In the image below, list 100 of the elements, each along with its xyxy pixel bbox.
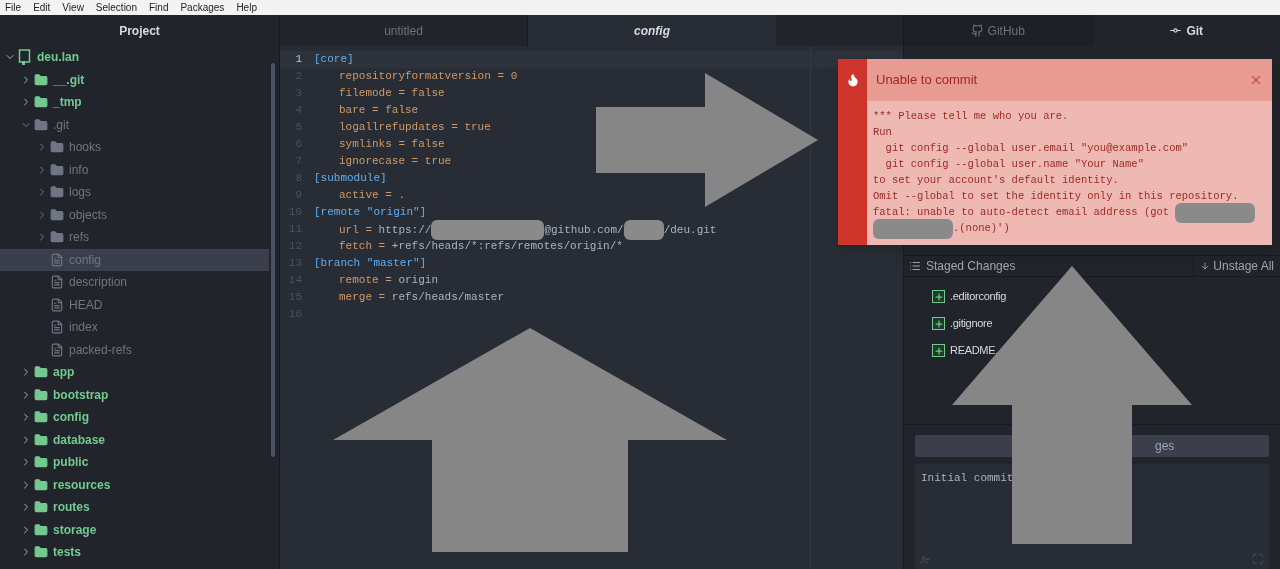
- folder-icon: [34, 455, 48, 470]
- tree-item-label: public: [53, 454, 89, 472]
- message-line: Omit --global to set the identity only in this repository.: [873, 189, 1240, 205]
- tree-item-label: objects: [69, 206, 108, 224]
- staged-file[interactable]: README.: [904, 337, 1280, 364]
- folder-icon: [34, 500, 48, 515]
- tree-item[interactable]: app: [0, 361, 269, 384]
- menu-item[interactable]: Find: [149, 0, 169, 15]
- tree-item-label: storage: [53, 521, 97, 539]
- tree-item-label: refs: [69, 229, 89, 247]
- code-line: remote = origin: [338, 273, 439, 289]
- message-line: to set your account's default identity.: [873, 173, 1120, 189]
- staged-file[interactable]: .gitignore: [904, 310, 1280, 337]
- tree-item[interactable]: deu.lan: [0, 46, 269, 69]
- tree-item[interactable]: public: [0, 451, 269, 474]
- code-line: [core]: [313, 52, 354, 68]
- file-icon: [50, 342, 64, 357]
- folder-icon: [34, 477, 48, 492]
- message-line: Run: [873, 125, 893, 141]
- tree-item[interactable]: storage: [0, 518, 269, 541]
- arrow-icon: [1200, 261, 1211, 271]
- folder-icon: [50, 230, 64, 245]
- tree-item-label: routes: [53, 499, 90, 517]
- octocat-icon: [970, 24, 984, 37]
- unstage-all-button[interactable]: Unstage All: [1193, 256, 1280, 276]
- menu-item[interactable]: View: [62, 0, 84, 15]
- section-title: Staged Changes: [926, 258, 1017, 275]
- expand-icon[interactable]: [1252, 553, 1264, 565]
- tree-item[interactable]: database: [0, 428, 269, 451]
- file-icon: [50, 252, 64, 267]
- folder-icon: [34, 432, 48, 447]
- redaction-mark: [623, 219, 664, 240]
- tree-item-label: logs: [69, 184, 91, 202]
- added-icon: [932, 290, 945, 303]
- file-icon: [50, 275, 64, 290]
- tree-item-label: description: [69, 274, 128, 292]
- message-line: *** Please tell me who you are.: [873, 109, 1070, 125]
- tree-item-label: hooks: [69, 139, 102, 157]
- menu-item[interactable]: File: [5, 0, 22, 15]
- menu-item[interactable]: Packages: [180, 0, 225, 15]
- file-icon: [50, 320, 64, 335]
- tree-item-label: .git: [53, 116, 69, 134]
- tree-item[interactable]: _tmp: [0, 91, 269, 114]
- message-line: fatal: unable to auto-detect email address (got: [873, 205, 1266, 221]
- message-line: .(none)'): [873, 221, 1266, 237]
- tree-item-label: packed-refs: [69, 341, 132, 359]
- tree-item[interactable]: bootstrap: [0, 383, 269, 406]
- code-line: url = https:// @github.com/ /deu.git: [329, 219, 717, 240]
- code-line: symlinks = false: [338, 137, 445, 153]
- folder-icon: [34, 365, 48, 380]
- tree-item-label: deu.lan: [37, 49, 79, 67]
- file-icon: [50, 297, 64, 312]
- tree-item-label: _tmp: [53, 94, 82, 112]
- tree-item-label: database: [53, 431, 106, 449]
- scrollbar[interactable]: [271, 63, 275, 457]
- folder-icon: [34, 545, 48, 560]
- tree-item-label: info: [69, 161, 89, 179]
- tree-item-label: bootstrap: [53, 386, 109, 404]
- list-icon: [909, 260, 921, 272]
- close-icon[interactable]: [1249, 73, 1263, 87]
- folder-icon: [50, 185, 64, 200]
- tree-item[interactable]: config: [0, 406, 269, 429]
- folder-icon: [50, 140, 64, 155]
- book-icon: [18, 49, 32, 66]
- notification-title: Unable to commit: [876, 71, 979, 90]
- folder-icon: [34, 72, 48, 87]
- tree-item-label: config: [53, 409, 89, 427]
- code-line: [branch "master"]: [313, 256, 427, 272]
- tree-item-label: HEAD: [69, 296, 103, 314]
- code-line: repositoryformatversion = 0: [338, 69, 518, 85]
- co-author-icon[interactable]: [920, 555, 930, 565]
- folder-icon: [34, 387, 48, 402]
- folder-icon: [34, 117, 48, 132]
- tree-item-label: index: [69, 319, 98, 337]
- staged-file[interactable]: .editorconfig: [904, 283, 1280, 310]
- code-line: filemode = false: [338, 86, 445, 102]
- code-line: bare = false: [338, 103, 419, 119]
- code-line: fetch = +refs/heads/*:refs/remotes/origin/*: [338, 239, 623, 255]
- field-value: Initial commit: [921, 472, 1014, 484]
- tree-item-label: __.git: [53, 71, 85, 89]
- code-line: logallrefupdates = true: [338, 120, 491, 136]
- folder-icon: [50, 207, 64, 222]
- menu-item[interactable]: Edit: [33, 0, 51, 15]
- editor-tab[interactable]: config: [528, 15, 776, 46]
- panel-title: Project: [118, 22, 161, 40]
- tree-item[interactable]: routes: [0, 496, 269, 519]
- tree-item[interactable]: resources: [0, 473, 269, 496]
- tree-item-label: tests: [53, 544, 81, 562]
- added-icon: [932, 344, 945, 357]
- code-line: [remote "origin"]: [313, 205, 427, 221]
- file-name: README.: [950, 343, 999, 359]
- message-line: git config --global user.name "Your Name": [884, 157, 1145, 173]
- tree-item[interactable]: __.git: [0, 68, 269, 91]
- folder-icon: [50, 162, 64, 177]
- folder-icon: [34, 95, 48, 110]
- folder-icon: [34, 410, 48, 425]
- menu-item[interactable]: Help: [236, 0, 257, 15]
- tree-item[interactable]: tests: [0, 541, 269, 564]
- code-line: ignorecase = true: [338, 154, 452, 170]
- menu-item[interactable]: Selection: [95, 0, 137, 15]
